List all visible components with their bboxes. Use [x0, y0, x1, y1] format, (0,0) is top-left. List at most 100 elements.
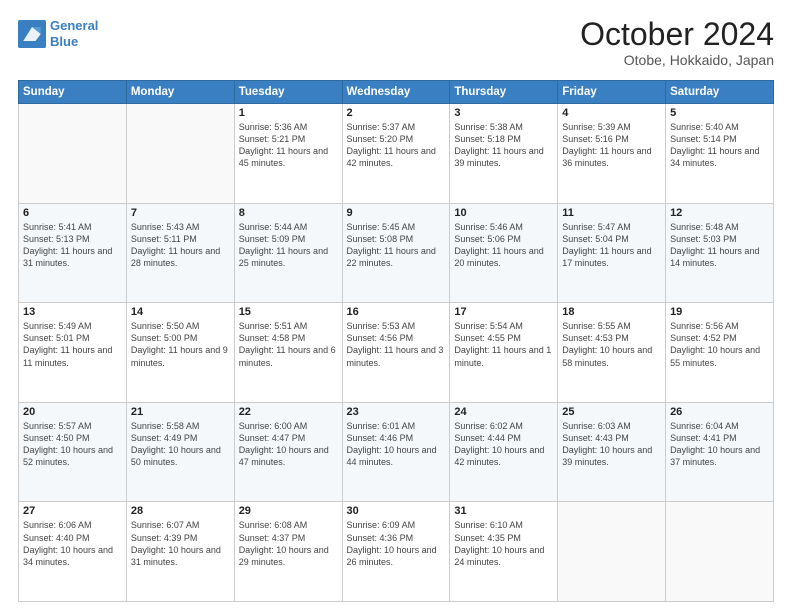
calendar-week-2: 6 Sunrise: 5:41 AM Sunset: 5:13 PM Dayli…	[19, 203, 774, 303]
cell-details: Sunrise: 5:57 AM Sunset: 4:50 PM Dayligh…	[23, 420, 122, 469]
sunrise-text: Sunrise: 6:00 AM	[239, 420, 338, 432]
sunset-text: Sunset: 5:01 PM	[23, 332, 122, 344]
calendar-cell: 23 Sunrise: 6:01 AM Sunset: 4:46 PM Dayl…	[342, 402, 450, 502]
daylight-text: Daylight: 10 hours and 29 minutes.	[239, 544, 338, 568]
calendar-cell: 26 Sunrise: 6:04 AM Sunset: 4:41 PM Dayl…	[666, 402, 774, 502]
calendar-cell: 15 Sunrise: 5:51 AM Sunset: 4:58 PM Dayl…	[234, 303, 342, 403]
sunset-text: Sunset: 5:20 PM	[347, 133, 446, 145]
day-number: 18	[562, 306, 661, 318]
cell-details: Sunrise: 5:38 AM Sunset: 5:18 PM Dayligh…	[454, 121, 553, 170]
daylight-text: Daylight: 11 hours and 39 minutes.	[454, 145, 553, 169]
daylight-text: Daylight: 11 hours and 28 minutes.	[131, 245, 230, 269]
day-number: 28	[131, 505, 230, 517]
header: General Blue October 2024 Otobe, Hokkaid…	[18, 18, 774, 68]
sunset-text: Sunset: 4:40 PM	[23, 532, 122, 544]
daylight-text: Daylight: 10 hours and 34 minutes.	[23, 544, 122, 568]
daylight-text: Daylight: 11 hours and 6 minutes.	[239, 344, 338, 368]
sunset-text: Sunset: 5:21 PM	[239, 133, 338, 145]
daylight-text: Daylight: 11 hours and 22 minutes.	[347, 245, 446, 269]
daylight-text: Daylight: 11 hours and 25 minutes.	[239, 245, 338, 269]
sunrise-text: Sunrise: 6:08 AM	[239, 519, 338, 531]
day-number: 29	[239, 505, 338, 517]
sunrise-text: Sunrise: 5:54 AM	[454, 320, 553, 332]
day-number: 16	[347, 306, 446, 318]
calendar-cell: 6 Sunrise: 5:41 AM Sunset: 5:13 PM Dayli…	[19, 203, 127, 303]
weekday-header-thursday: Thursday	[450, 81, 558, 104]
cell-details: Sunrise: 6:00 AM Sunset: 4:47 PM Dayligh…	[239, 420, 338, 469]
weekday-header-monday: Monday	[126, 81, 234, 104]
sunrise-text: Sunrise: 5:38 AM	[454, 121, 553, 133]
sunrise-text: Sunrise: 5:57 AM	[23, 420, 122, 432]
sunrise-text: Sunrise: 6:09 AM	[347, 519, 446, 531]
calendar-cell: 20 Sunrise: 5:57 AM Sunset: 4:50 PM Dayl…	[19, 402, 127, 502]
daylight-text: Daylight: 10 hours and 44 minutes.	[347, 444, 446, 468]
logo-line2: Blue	[50, 34, 78, 49]
cell-details: Sunrise: 5:46 AM Sunset: 5:06 PM Dayligh…	[454, 221, 553, 270]
sunrise-text: Sunrise: 5:58 AM	[131, 420, 230, 432]
cell-details: Sunrise: 5:51 AM Sunset: 4:58 PM Dayligh…	[239, 320, 338, 369]
calendar-week-5: 27 Sunrise: 6:06 AM Sunset: 4:40 PM Dayl…	[19, 502, 774, 602]
sunrise-text: Sunrise: 5:36 AM	[239, 121, 338, 133]
daylight-text: Daylight: 10 hours and 26 minutes.	[347, 544, 446, 568]
daylight-text: Daylight: 10 hours and 58 minutes.	[562, 344, 661, 368]
sunrise-text: Sunrise: 5:45 AM	[347, 221, 446, 233]
sunset-text: Sunset: 5:18 PM	[454, 133, 553, 145]
calendar-cell: 25 Sunrise: 6:03 AM Sunset: 4:43 PM Dayl…	[558, 402, 666, 502]
sunset-text: Sunset: 4:52 PM	[670, 332, 769, 344]
sunrise-text: Sunrise: 5:53 AM	[347, 320, 446, 332]
sunset-text: Sunset: 4:55 PM	[454, 332, 553, 344]
sunset-text: Sunset: 5:11 PM	[131, 233, 230, 245]
daylight-text: Daylight: 11 hours and 45 minutes.	[239, 145, 338, 169]
calendar-cell: 1 Sunrise: 5:36 AM Sunset: 5:21 PM Dayli…	[234, 104, 342, 204]
daylight-text: Daylight: 11 hours and 9 minutes.	[131, 344, 230, 368]
weekday-header-row: SundayMondayTuesdayWednesdayThursdayFrid…	[19, 81, 774, 104]
sunrise-text: Sunrise: 5:51 AM	[239, 320, 338, 332]
sunset-text: Sunset: 5:13 PM	[23, 233, 122, 245]
day-number: 22	[239, 406, 338, 418]
calendar-cell: 17 Sunrise: 5:54 AM Sunset: 4:55 PM Dayl…	[450, 303, 558, 403]
sunset-text: Sunset: 5:06 PM	[454, 233, 553, 245]
calendar-cell: 21 Sunrise: 5:58 AM Sunset: 4:49 PM Dayl…	[126, 402, 234, 502]
day-number: 4	[562, 107, 661, 119]
sunrise-text: Sunrise: 6:01 AM	[347, 420, 446, 432]
sunrise-text: Sunrise: 5:40 AM	[670, 121, 769, 133]
sunset-text: Sunset: 4:35 PM	[454, 532, 553, 544]
cell-details: Sunrise: 5:49 AM Sunset: 5:01 PM Dayligh…	[23, 320, 122, 369]
daylight-text: Daylight: 11 hours and 42 minutes.	[347, 145, 446, 169]
cell-details: Sunrise: 5:37 AM Sunset: 5:20 PM Dayligh…	[347, 121, 446, 170]
cell-details: Sunrise: 6:06 AM Sunset: 4:40 PM Dayligh…	[23, 519, 122, 568]
day-number: 20	[23, 406, 122, 418]
sunset-text: Sunset: 5:00 PM	[131, 332, 230, 344]
day-number: 13	[23, 306, 122, 318]
calendar-cell: 13 Sunrise: 5:49 AM Sunset: 5:01 PM Dayl…	[19, 303, 127, 403]
sunset-text: Sunset: 4:39 PM	[131, 532, 230, 544]
sunset-text: Sunset: 4:49 PM	[131, 432, 230, 444]
day-number: 17	[454, 306, 553, 318]
sunrise-text: Sunrise: 6:06 AM	[23, 519, 122, 531]
calendar-cell: 12 Sunrise: 5:48 AM Sunset: 5:03 PM Dayl…	[666, 203, 774, 303]
calendar-cell: 10 Sunrise: 5:46 AM Sunset: 5:06 PM Dayl…	[450, 203, 558, 303]
sunrise-text: Sunrise: 6:10 AM	[454, 519, 553, 531]
cell-details: Sunrise: 5:47 AM Sunset: 5:04 PM Dayligh…	[562, 221, 661, 270]
calendar-cell: 2 Sunrise: 5:37 AM Sunset: 5:20 PM Dayli…	[342, 104, 450, 204]
daylight-text: Daylight: 10 hours and 31 minutes.	[131, 544, 230, 568]
calendar-cell: 18 Sunrise: 5:55 AM Sunset: 4:53 PM Dayl…	[558, 303, 666, 403]
sunrise-text: Sunrise: 6:07 AM	[131, 519, 230, 531]
daylight-text: Daylight: 10 hours and 50 minutes.	[131, 444, 230, 468]
calendar-cell: 16 Sunrise: 5:53 AM Sunset: 4:56 PM Dayl…	[342, 303, 450, 403]
daylight-text: Daylight: 11 hours and 14 minutes.	[670, 245, 769, 269]
calendar-cell: 9 Sunrise: 5:45 AM Sunset: 5:08 PM Dayli…	[342, 203, 450, 303]
day-number: 31	[454, 505, 553, 517]
sunrise-text: Sunrise: 5:47 AM	[562, 221, 661, 233]
cell-details: Sunrise: 6:08 AM Sunset: 4:37 PM Dayligh…	[239, 519, 338, 568]
daylight-text: Daylight: 10 hours and 24 minutes.	[454, 544, 553, 568]
day-number: 15	[239, 306, 338, 318]
daylight-text: Daylight: 11 hours and 11 minutes.	[23, 344, 122, 368]
day-number: 21	[131, 406, 230, 418]
sunset-text: Sunset: 4:46 PM	[347, 432, 446, 444]
sunset-text: Sunset: 4:56 PM	[347, 332, 446, 344]
day-number: 19	[670, 306, 769, 318]
title-block: October 2024 Otobe, Hokkaido, Japan	[580, 18, 774, 68]
day-number: 11	[562, 207, 661, 219]
sunset-text: Sunset: 4:50 PM	[23, 432, 122, 444]
